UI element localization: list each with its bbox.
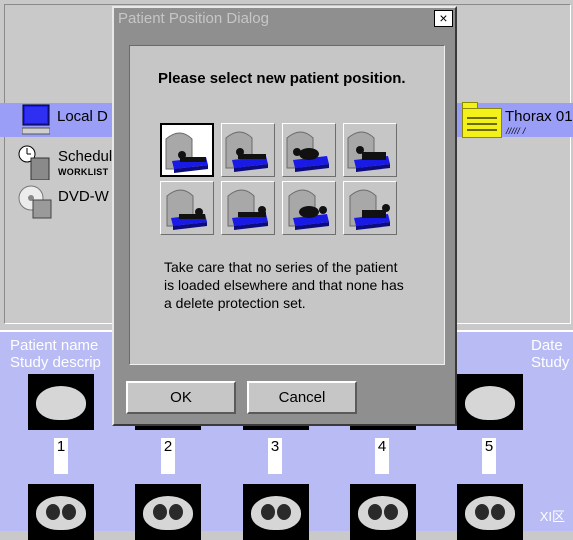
position-button-8[interactable] [343, 181, 397, 235]
feet-first-right-decubitus-icon [283, 182, 333, 237]
nav-dvd-label[interactable]: DVD-W [58, 188, 109, 205]
header-study: Study [531, 354, 570, 371]
head-first-prone-icon [222, 124, 272, 179]
head-first-right-decubitus-icon [283, 124, 333, 179]
thumbnail-number: 2 [161, 438, 175, 474]
folder-icon [462, 108, 502, 138]
head-first-left-decubitus-icon [344, 124, 394, 179]
nav-scheduler-sub: WORKLIST [58, 167, 109, 177]
dialog-panel: Please select new patient position. Take… [129, 45, 445, 365]
header-study-description: Study descrip [10, 354, 101, 371]
feet-first-prone-icon [222, 182, 272, 237]
dvd-icon [17, 184, 53, 225]
position-button-2[interactable] [221, 123, 275, 177]
position-button-4[interactable] [343, 123, 397, 177]
ok-button[interactable]: OK [126, 381, 236, 414]
head-first-supine-icon [162, 125, 212, 180]
cancel-button[interactable]: Cancel [247, 381, 357, 414]
feet-first-supine-icon [161, 182, 211, 237]
position-button-5[interactable] [160, 181, 214, 235]
dialog-title: Patient Position Dialog [118, 10, 269, 27]
clock-icon [17, 144, 53, 185]
header-patient-name: Patient name [10, 337, 99, 354]
ct-thumbnail[interactable] [457, 484, 523, 540]
header-date: Date [531, 337, 563, 354]
thumbnail-number: 1 [54, 438, 68, 474]
nav-scheduler-label[interactable]: Schedul [58, 148, 112, 165]
position-button-6[interactable] [221, 181, 275, 235]
ct-thumbnail[interactable] [243, 484, 309, 540]
close-button[interactable]: × [434, 10, 453, 27]
ct-thumbnail[interactable] [135, 484, 201, 540]
ct-thumbnail[interactable] [28, 374, 94, 430]
monitor-icon [21, 104, 51, 135]
ct-thumbnail[interactable] [457, 374, 523, 430]
ct-thumbnail[interactable] [28, 484, 94, 540]
dialog-prompt: Please select new patient position. [158, 70, 406, 87]
thumbnail-number: 4 [375, 438, 389, 474]
patient-folder-name[interactable]: Thorax 01 [505, 108, 573, 125]
nav-local-label[interactable]: Local D [57, 108, 108, 125]
ct-thumbnail[interactable] [350, 484, 416, 540]
thumbnail-number: 3 [268, 438, 282, 474]
position-button-3[interactable] [282, 123, 336, 177]
patient-position-dialog: Patient Position Dialog × Please select … [112, 6, 457, 426]
feet-first-left-decubitus-icon [344, 182, 394, 237]
patient-folder-sub: ///// / [506, 126, 526, 136]
position-button-7[interactable] [282, 181, 336, 235]
thumbnail-number: 5 [482, 438, 496, 474]
watermark-logo: XI区 [539, 509, 565, 524]
dialog-note: Take care that no series of the patient … [164, 259, 404, 311]
position-button-1[interactable] [160, 123, 214, 177]
